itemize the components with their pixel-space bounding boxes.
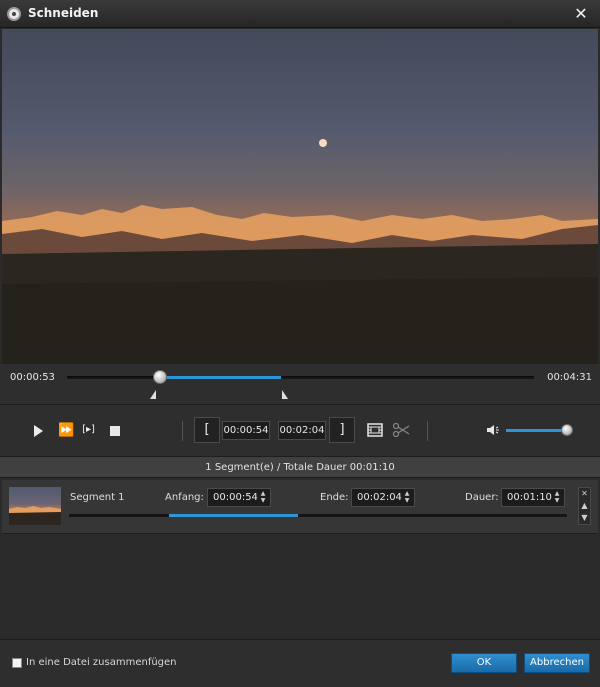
merge-label[interactable]: In eine Datei zusammenfügen [26, 657, 177, 668]
fast-forward-icon[interactable]: ⏩ [58, 423, 74, 438]
segment-end-value: 00:02:04 [357, 492, 402, 503]
segment-side-controls: ✕ ▲ ▼ [578, 487, 591, 525]
moon-graphic [319, 139, 327, 147]
ok-button[interactable]: OK [451, 653, 517, 673]
segment-summary: 1 Segment(e) / Totale Dauer 00:01:10 [0, 456, 600, 478]
volume-slider-track[interactable] [506, 429, 568, 432]
timeline-selection [160, 376, 281, 379]
app-logo-icon [7, 7, 21, 21]
move-up-icon[interactable]: ▲ [579, 500, 590, 512]
cancel-button[interactable]: Abbrechen [524, 653, 590, 673]
set-end-button[interactable]: ] [329, 417, 355, 443]
foreground-graphic [2, 277, 598, 364]
segment-range-fill [169, 514, 298, 517]
scissors-icon[interactable] [392, 421, 410, 439]
merge-checkbox[interactable] [12, 658, 22, 668]
segment-thumbnail [9, 487, 61, 525]
close-icon[interactable]: ✕ [570, 3, 592, 25]
segment-start-value: 00:00:54 [213, 492, 258, 503]
stop-icon[interactable] [110, 426, 120, 436]
spinner-arrows-icon[interactable]: ▲ ▼ [259, 490, 267, 505]
segment-list-empty-area [2, 535, 598, 639]
spinner-arrows-icon[interactable]: ▲ ▼ [403, 490, 411, 505]
current-time: 00:00:53 [10, 372, 55, 383]
remove-segment-icon[interactable]: ✕ [579, 488, 590, 500]
segment-row[interactable]: Segment 1 Anfang: 00:00:54 ▲ ▼ Ende: 00:0… [2, 480, 598, 534]
playback-toolbar: ⏩ [▸] [ 00:00:54 00:02:04 ] [0, 404, 600, 456]
timeline-track[interactable] [67, 376, 534, 379]
title-bar: Schneiden ✕ [0, 0, 600, 28]
segment-duration-field[interactable]: 00:01:10 ▲ ▼ [501, 488, 565, 507]
film-segment-icon[interactable] [367, 422, 383, 438]
total-time: 00:04:31 [547, 372, 592, 383]
segment-track [69, 514, 567, 517]
move-down-icon[interactable]: ▼ [579, 512, 590, 524]
segment-duration-value: 00:01:10 [507, 492, 552, 503]
segment-end-field[interactable]: 00:02:04 ▲ ▼ [351, 488, 415, 507]
end-time-field[interactable]: 00:02:04 [278, 421, 326, 440]
end-marker[interactable] [282, 390, 288, 399]
speaker-icon[interactable] [486, 422, 502, 438]
segment-duration-label: Dauer: [465, 492, 499, 503]
volume-slider-handle[interactable] [561, 424, 573, 436]
video-frame-graphic [2, 139, 598, 364]
video-preview [2, 29, 598, 364]
window-title: Schneiden [28, 6, 99, 20]
divider [427, 421, 428, 441]
start-marker[interactable] [150, 390, 156, 399]
segment-start-field[interactable]: 00:00:54 ▲ ▼ [207, 488, 271, 507]
segment-end-label: Ende: [320, 492, 349, 503]
timeline: 00:00:53 00:04:31 [0, 364, 600, 404]
spinner-arrows-icon[interactable]: ▲ ▼ [553, 490, 561, 505]
segment-start-label: Anfang: [165, 492, 204, 503]
start-time-field[interactable]: 00:00:54 [222, 421, 270, 440]
dialog-footer: In eine Datei zusammenfügen OK Abbrechen [0, 639, 600, 687]
frame-step-icon[interactable]: [▸] [81, 423, 96, 437]
play-icon[interactable] [34, 425, 43, 437]
divider [182, 421, 183, 441]
segment-name: Segment 1 [70, 492, 125, 503]
set-start-button[interactable]: [ [194, 417, 220, 443]
playhead-handle[interactable] [153, 370, 167, 384]
